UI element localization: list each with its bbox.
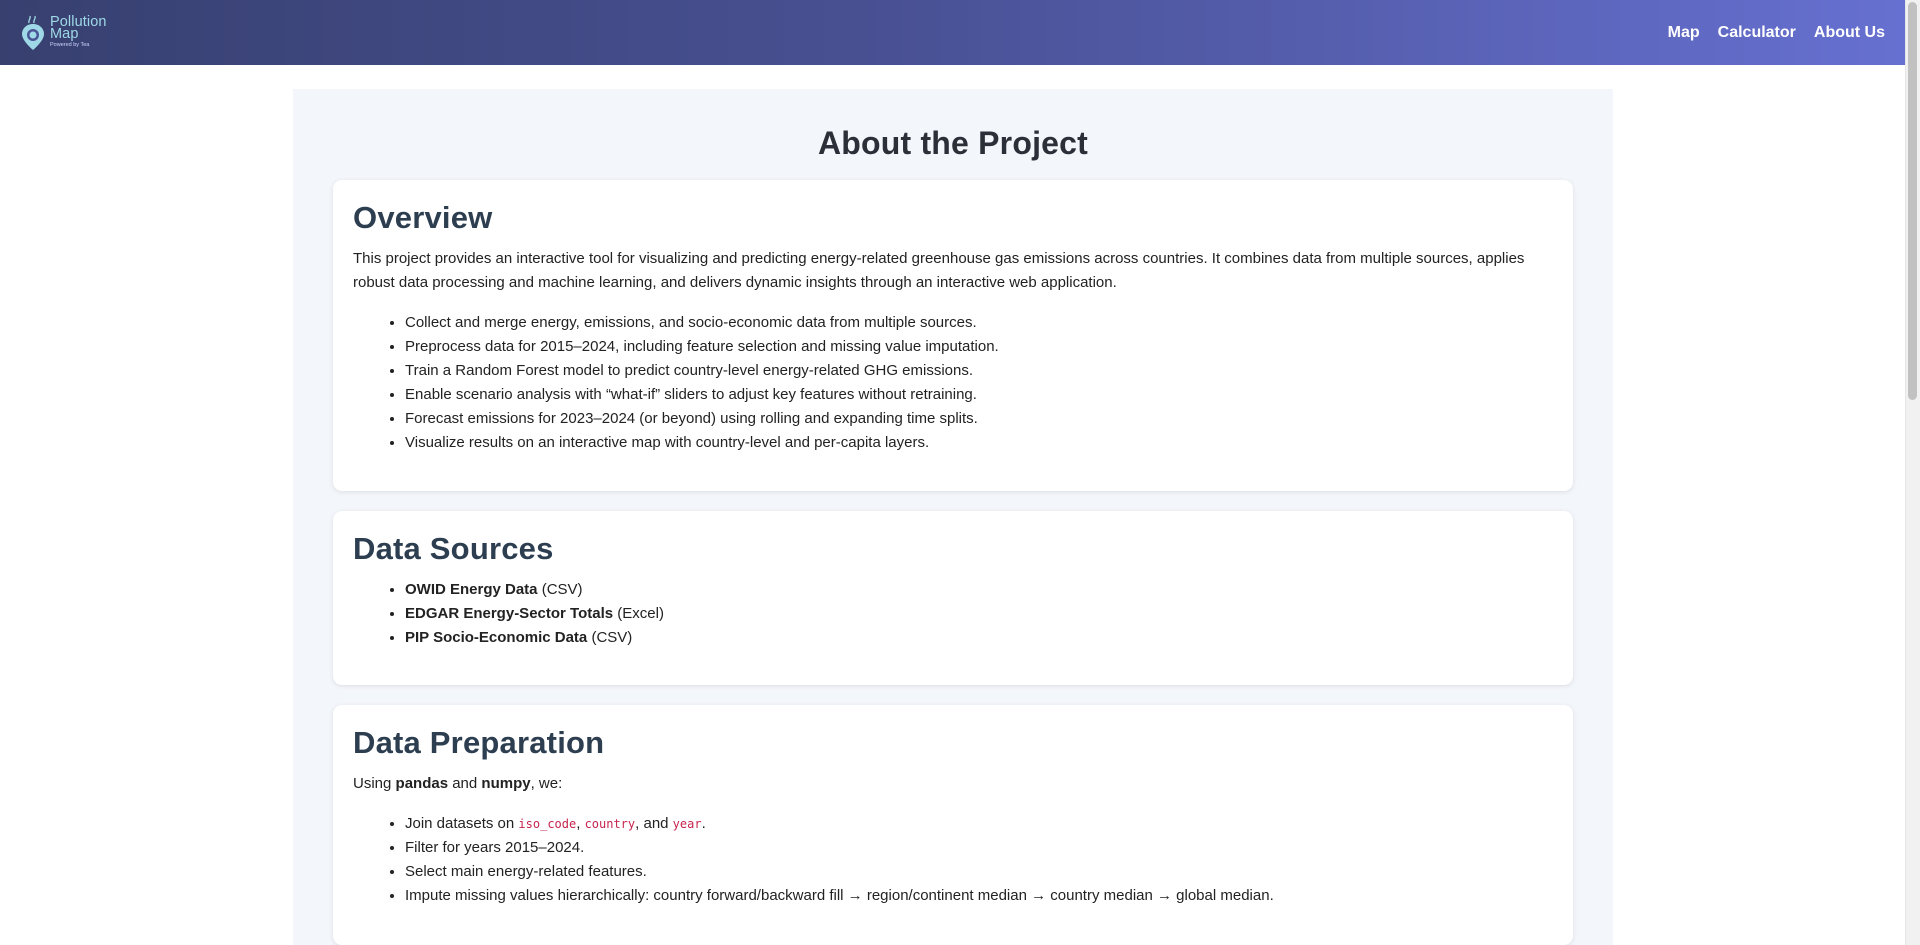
code-iso-code: iso_code <box>518 817 577 831</box>
list-item: Preprocess data for 2015–2024, including… <box>405 335 1553 359</box>
overview-heading: Overview <box>353 200 493 235</box>
code-year: year <box>672 817 702 831</box>
data-preparation-card: Data Preparation Using pandas and numpy,… <box>333 705 1573 945</box>
library-name: numpy <box>481 775 531 792</box>
list-item: Visualize results on an interactive map … <box>405 431 1553 455</box>
list-item: EDGAR Energy-Sector Totals (Excel) <box>405 602 1553 626</box>
nav-link-map[interactable]: Map <box>1668 24 1700 42</box>
data-preparation-list: Join datasets on iso_code, country, and … <box>353 812 1553 908</box>
source-name: PIP Socio-Economic Data <box>405 629 588 646</box>
item-text: , and <box>635 815 673 832</box>
overview-card: Overview This project provides an intera… <box>333 180 1573 491</box>
list-item: Filter for years 2015–2024. <box>405 836 1553 860</box>
source-format: (CSV) <box>587 629 633 646</box>
overview-paragraph: This project provides an interactive too… <box>353 250 1525 291</box>
brand-tagline: Powered by Tea <box>50 42 90 49</box>
list-item: Join datasets on iso_code, country, and … <box>405 812 1553 836</box>
data-preparation-heading: Data Preparation <box>353 725 605 760</box>
item-text: . <box>701 815 706 832</box>
page-title: About the Project <box>817 125 1089 161</box>
item-text: , <box>576 815 585 832</box>
overview-list: Collect and merge energy, emissions, and… <box>353 311 1553 455</box>
list-item: Forecast emissions for 2023–2024 (or bey… <box>405 407 1553 431</box>
main-nav: Map Calculator About Us <box>1668 24 1885 42</box>
list-item: Impute missing values hierarchically: co… <box>405 884 1553 908</box>
intro-text: and <box>448 775 482 792</box>
source-name: OWID Energy Data <box>405 581 538 598</box>
intro-text: , we: <box>530 775 563 792</box>
about-page-container: About the Project Overview This project … <box>293 89 1613 945</box>
map-pin-logo-icon <box>22 15 44 50</box>
list-item: Train a Random Forest model to predict c… <box>405 359 1553 383</box>
list-item: Collect and merge energy, emissions, and… <box>405 311 1553 335</box>
data-sources-list: OWID Energy Data (CSV) EDGAR Energy-Sect… <box>353 578 1553 650</box>
top-navbar: Pollution Map Powered by Tea Map Calcula… <box>0 0 1905 65</box>
list-item: Select main energy-related features. <box>405 860 1553 884</box>
brand-logo[interactable]: Pollution Map Powered by Tea <box>20 8 107 58</box>
library-name: pandas <box>395 775 449 792</box>
page-scrollbar[interactable] <box>1905 0 1920 945</box>
data-sources-card: Data Sources OWID Energy Data (CSV) EDGA… <box>333 511 1573 685</box>
list-item: PIP Socio-Economic Data (CSV) <box>405 626 1553 650</box>
item-text: Join datasets on <box>405 815 519 832</box>
brand-text: Pollution Map Powered by Tea <box>50 14 107 49</box>
source-format: (Excel) <box>613 605 664 622</box>
source-format: (CSV) <box>537 581 583 598</box>
data-preparation-intro: Using pandas and numpy, we: <box>353 772 1553 796</box>
data-sources-heading: Data Sources <box>353 531 554 566</box>
intro-text: Using <box>353 775 396 792</box>
source-name: EDGAR Energy-Sector Totals <box>405 605 614 622</box>
list-item: Enable scenario analysis with “what-if” … <box>405 383 1553 407</box>
list-item: OWID Energy Data (CSV) <box>405 578 1553 602</box>
nav-link-calculator[interactable]: Calculator <box>1718 24 1796 42</box>
scrollbar-thumb[interactable] <box>1908 2 1917 400</box>
brand-name: Pollution Map <box>50 14 107 43</box>
nav-link-about[interactable]: About Us <box>1814 24 1885 42</box>
code-country: country <box>584 817 636 831</box>
